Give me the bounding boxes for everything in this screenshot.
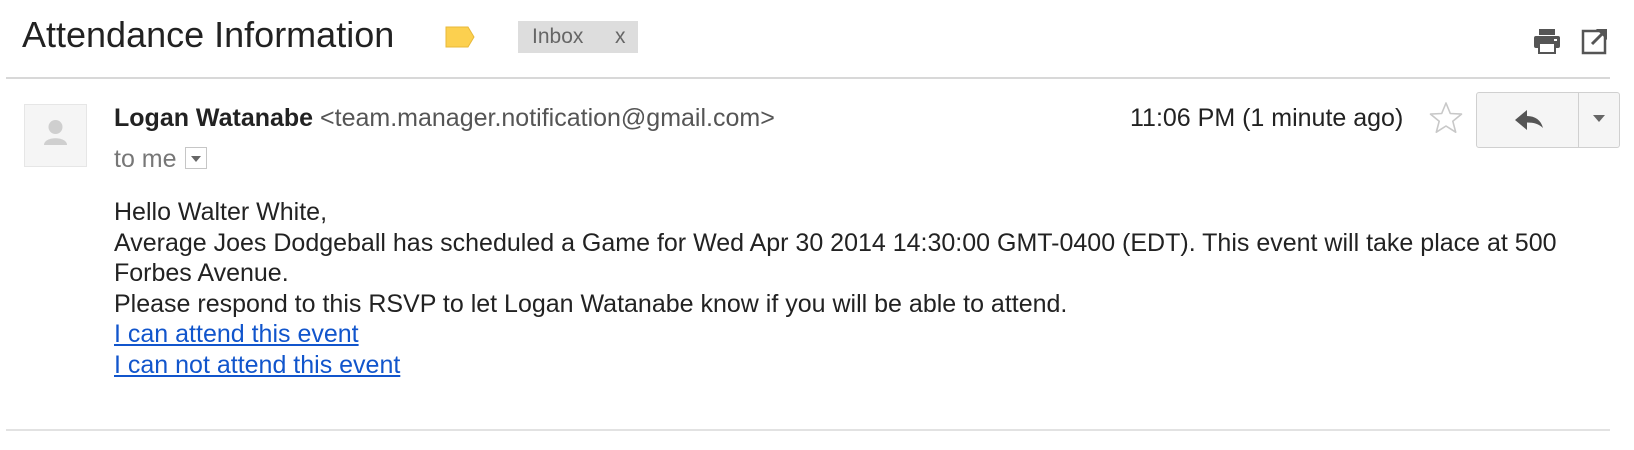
recipient-line: to me: [114, 145, 207, 174]
star-outline-icon[interactable]: [1428, 100, 1464, 136]
more-actions-dropdown[interactable]: [1579, 93, 1619, 147]
sender-line: Logan Watanabe <team.manager.notificatio…: [114, 104, 775, 133]
sender-name[interactable]: Logan Watanabe: [114, 104, 313, 132]
inbox-label-text: Inbox: [532, 25, 584, 48]
body-event-details: Average Joes Dodgeball has scheduled a G…: [114, 228, 1557, 288]
reply-button[interactable]: [1477, 93, 1578, 147]
attend-event-link[interactable]: I can attend this event: [114, 320, 359, 348]
person-silhouette-icon: [44, 120, 67, 145]
sender-email: <team.manager.notification@gmail.com>: [320, 104, 775, 132]
label-tag-icon[interactable]: [444, 25, 476, 49]
body-rsvp-request: Please respond to this RSVP to let Logan…: [114, 289, 1068, 318]
email-body: Hello Walter White, Average Joes Dodgeba…: [114, 197, 1604, 380]
printer-icon[interactable]: [1532, 26, 1562, 56]
email-subject: Attendance Information: [22, 14, 395, 55]
sender-avatar[interactable]: [24, 104, 87, 167]
reply-arrow-icon: [1515, 110, 1543, 130]
email-timestamp: 11:06 PM (1 minute ago): [1130, 104, 1404, 132]
not-attend-event-link[interactable]: I can not attend this event: [114, 351, 400, 379]
inbox-label-chip[interactable]: Inbox x: [518, 21, 638, 53]
message-divider: [6, 429, 1610, 431]
body-greeting: Hello Walter White,: [114, 198, 328, 226]
remove-label-button[interactable]: x: [615, 21, 626, 53]
recipient-text: to me: [114, 145, 177, 173]
new-window-icon[interactable]: [1580, 26, 1610, 56]
header-divider: [6, 77, 1610, 79]
reply-button-group: [1476, 92, 1620, 148]
subject-header: Attendance Information Inbox x: [0, 0, 1634, 78]
show-details-dropdown[interactable]: [184, 147, 207, 170]
